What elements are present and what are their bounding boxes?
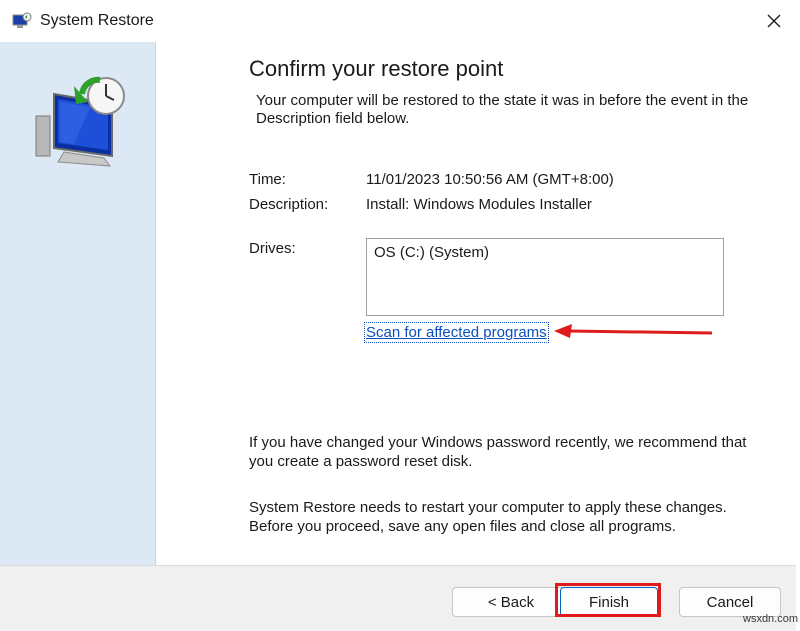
password-note: If you have changed your Windows passwor…	[249, 434, 747, 470]
system-restore-dialog: System Restore Confirm your restore poin…	[0, 0, 796, 629]
time-value: 11/01/2023 10:50:56 AM (GMT+8:00)	[366, 171, 614, 188]
finish-button[interactable]: Finish	[560, 587, 658, 617]
scan-affected-programs-link[interactable]: Scan for affected programs	[364, 322, 549, 343]
background-page-edge	[796, 0, 800, 631]
time-label: Time:	[249, 171, 286, 188]
wizard-footer: < Back Finish Cancel	[0, 565, 796, 629]
drives-list[interactable]: OS (C:) (System)	[366, 238, 724, 316]
window-title: System Restore	[40, 12, 154, 29]
wizard-sidebar	[0, 42, 156, 565]
drives-label: Drives:	[249, 240, 296, 257]
computer-restore-icon	[35, 76, 125, 167]
system-restore-icon	[12, 12, 32, 28]
back-button[interactable]: < Back	[452, 587, 570, 617]
description-value: Install: Windows Modules Installer	[366, 196, 592, 213]
close-button[interactable]	[752, 0, 796, 42]
wizard-content: Confirm your restore point Your computer…	[156, 42, 796, 565]
description-label: Description:	[249, 196, 329, 213]
drive-item[interactable]: OS (C:) (System)	[374, 244, 489, 261]
close-icon	[767, 14, 781, 28]
watermark: wsxdn.com	[743, 613, 799, 625]
title-bar: System Restore	[0, 0, 796, 42]
intro-text: Your computer will be restored to the st…	[256, 92, 749, 127]
restart-note: System Restore needs to restart your com…	[249, 499, 727, 535]
red-arrow-annotation	[554, 324, 713, 338]
page-heading: Confirm your restore point	[249, 56, 504, 81]
